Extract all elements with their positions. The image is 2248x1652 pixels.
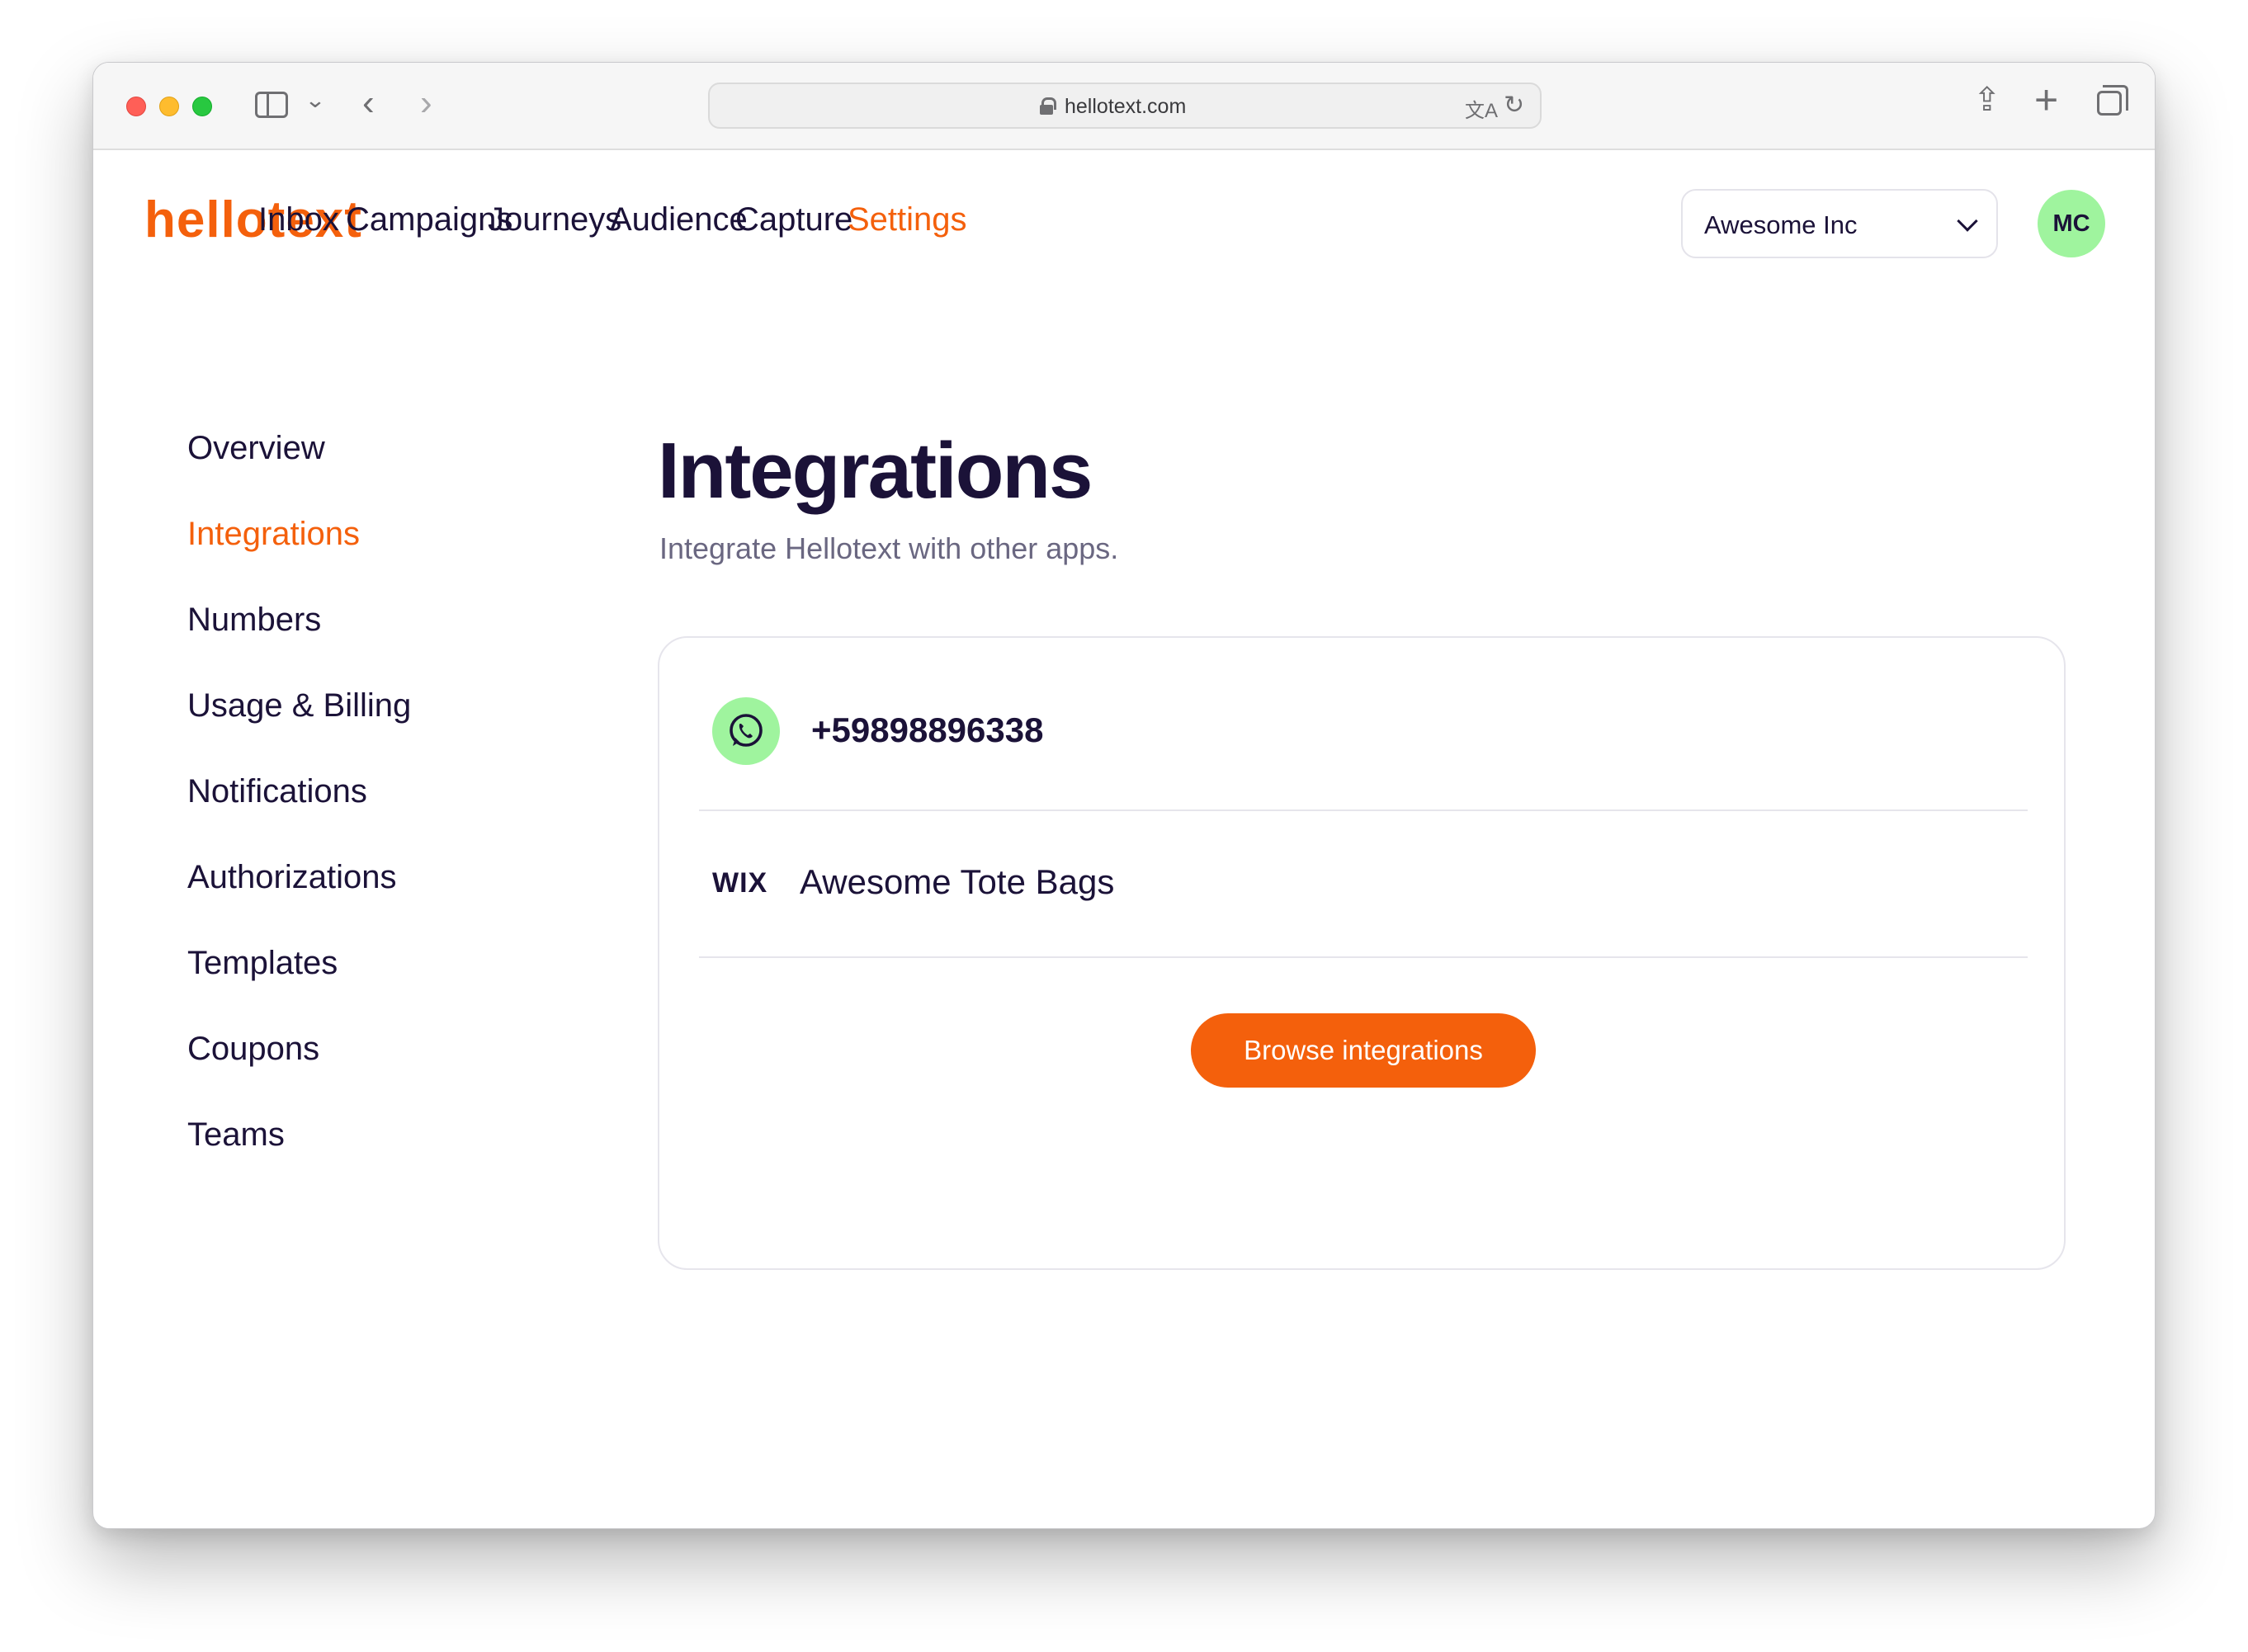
- nav-settings[interactable]: Settings: [848, 201, 967, 238]
- organization-name: Awesome Inc: [1704, 210, 1858, 239]
- chevron-down-icon[interactable]: ⌄: [305, 87, 326, 113]
- close-window-button[interactable]: [126, 97, 146, 116]
- page-subtitle: Integrate Hellotext with other apps.: [659, 531, 1119, 565]
- reload-icon[interactable]: ↻: [1504, 91, 1524, 120]
- sidebar-item-teams[interactable]: Teams: [187, 1116, 285, 1154]
- sidebar-item-overview[interactable]: Overview: [187, 430, 325, 467]
- browse-integrations-button[interactable]: Browse integrations: [1191, 1013, 1536, 1088]
- page-title: Integrations: [658, 427, 1093, 515]
- url-text[interactable]: hellotext.com: [1065, 95, 1186, 119]
- integration-label: Awesome Tote Bags: [800, 862, 1115, 901]
- sidebar-item-authorizations[interactable]: Authorizations: [187, 859, 396, 896]
- nav-inbox[interactable]: Inbox: [258, 201, 339, 238]
- forward-arrow-icon[interactable]: ›: [420, 83, 432, 124]
- user-avatar[interactable]: MC: [2038, 190, 2105, 257]
- sidebar-item-usage-billing[interactable]: Usage & Billing: [187, 687, 411, 725]
- sidebar-item-numbers[interactable]: Numbers: [187, 602, 321, 639]
- organization-select[interactable]: Awesome Inc: [1681, 189, 1998, 258]
- zoom-window-button[interactable]: [192, 97, 212, 116]
- integration-label: +59898896338: [811, 710, 1044, 749]
- browser-toolbar: ⌄ ‹ › hellotext.com 文A ↻ ⇪ +: [93, 63, 2155, 150]
- chevron-down-icon: [1957, 210, 1978, 232]
- divider: [699, 956, 2028, 958]
- nav-audience[interactable]: Audience: [610, 201, 748, 238]
- wix-logo: WIX: [712, 867, 768, 899]
- divider: [699, 809, 2028, 811]
- minimize-window-button[interactable]: [159, 97, 179, 116]
- nav-journeys[interactable]: Journeys: [488, 201, 621, 238]
- sidebar-item-integrations[interactable]: Integrations: [187, 516, 360, 553]
- sidebar-item-notifications[interactable]: Notifications: [187, 773, 367, 810]
- tab-overview-icon[interactable]: [2097, 85, 2128, 116]
- sidebar-item-coupons[interactable]: Coupons: [187, 1031, 319, 1068]
- new-tab-icon[interactable]: +: [2034, 76, 2058, 124]
- sidebar-item-templates[interactable]: Templates: [187, 945, 338, 982]
- sidebar-icon[interactable]: [255, 92, 288, 118]
- translate-icon[interactable]: 文A: [1465, 94, 1498, 123]
- address-bar[interactable]: hellotext.com 文A ↻: [708, 83, 1542, 129]
- share-icon[interactable]: ⇪: [1973, 81, 2001, 119]
- whatsapp-icon: [712, 697, 780, 765]
- browser-window: ⌄ ‹ › hellotext.com 文A ↻ ⇪ + hellotext I…: [92, 62, 2156, 1529]
- nav-capture[interactable]: Capture: [735, 201, 852, 238]
- integrations-card: +59898896338 WIX Awesome Tote Bags Brows…: [658, 636, 2066, 1270]
- lock-icon: [1040, 97, 1056, 115]
- back-arrow-icon[interactable]: ‹: [362, 83, 375, 124]
